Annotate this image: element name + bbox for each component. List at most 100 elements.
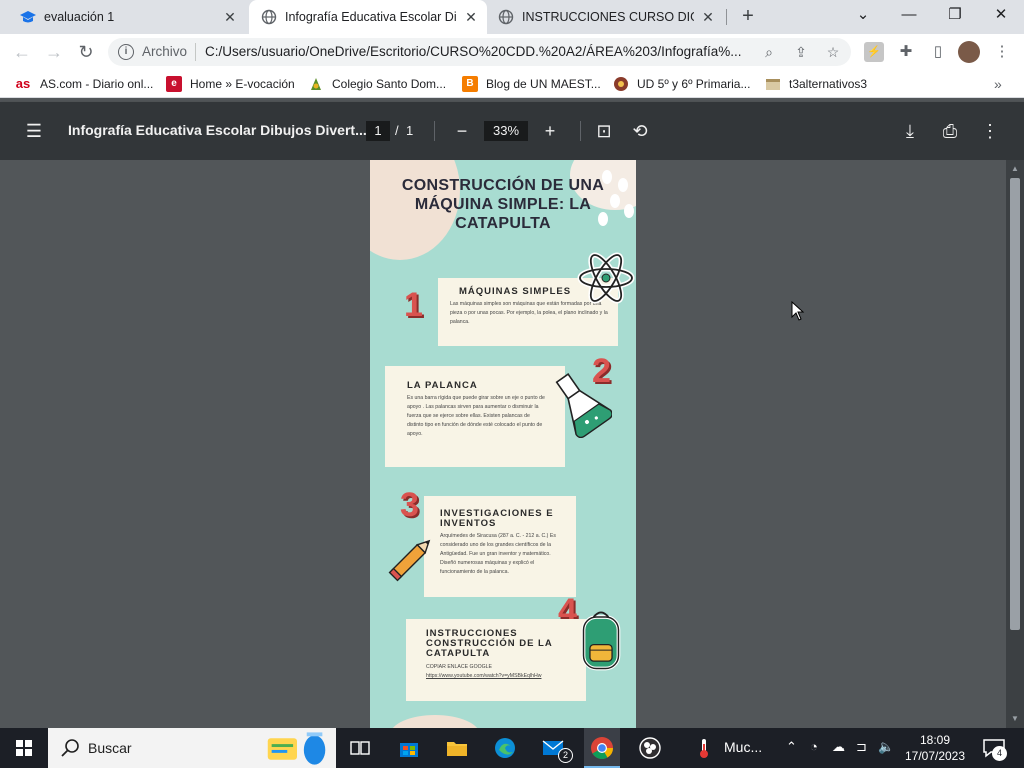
windows-start-icon[interactable] bbox=[0, 728, 48, 768]
restore-button[interactable]: ❐ bbox=[932, 0, 978, 30]
system-clock[interactable]: 18:09 17/07/2023 bbox=[900, 732, 970, 764]
page-number-input[interactable]: 1 bbox=[366, 121, 390, 141]
section-card-2: LA PALANCA Es una barra rígida que puede… bbox=[385, 366, 565, 467]
tray-overflow-icon[interactable]: ⌃ bbox=[786, 739, 797, 755]
tab-search-button[interactable]: ⌄ bbox=[840, 0, 886, 30]
globe-icon bbox=[498, 9, 514, 25]
url-text[interactable]: C:/Users/usuario/OneDrive/Escritorio/CUR… bbox=[205, 44, 750, 59]
weather-label[interactable]: Muc... bbox=[724, 739, 762, 755]
onedrive-cloud-icon[interactable]: ☁ bbox=[832, 739, 845, 755]
bookmark-label: Home » E-vocación bbox=[190, 77, 295, 91]
bookmark-t3[interactable]: t3alternativos3 bbox=[765, 75, 867, 93]
scrollbar-thumb[interactable] bbox=[1010, 178, 1020, 630]
pencil-icon bbox=[388, 539, 431, 582]
battery-plug-icon[interactable]: ⊐ bbox=[856, 739, 867, 755]
section-number: 1 bbox=[404, 286, 423, 324]
bookmark-star-icon[interactable]: ☆ bbox=[824, 43, 842, 61]
bookmark-label: Blog de UN MAEST... bbox=[486, 77, 601, 91]
search-icon bbox=[61, 739, 79, 757]
section-card-3: INVESTIGACIONES E INVENTOS Arquímedes de… bbox=[424, 496, 576, 597]
e-logo-icon: e bbox=[166, 76, 182, 92]
section-heading: INVESTIGACIONES E INVENTOS bbox=[440, 508, 554, 529]
forward-button[interactable]: → bbox=[42, 40, 66, 64]
bookmark-label: UD 5º y 6º Primaria... bbox=[637, 77, 751, 91]
scroll-up-arrow-icon[interactable]: ▲ bbox=[1010, 164, 1020, 174]
close-tab-icon[interactable]: ✕ bbox=[463, 9, 479, 25]
section-link[interactable]: https://www.youtube.com/watch?v=yMSBkEql… bbox=[426, 672, 546, 680]
bookmark-evocacion[interactable]: e Home » E-vocación bbox=[166, 75, 295, 93]
bookmarks-overflow-icon[interactable]: » bbox=[994, 75, 1002, 93]
chrome-icon[interactable] bbox=[590, 736, 614, 760]
zoom-out-button[interactable]: − bbox=[450, 119, 474, 143]
obs-icon[interactable] bbox=[638, 736, 662, 760]
atom-icon bbox=[577, 252, 635, 304]
tab-infografia[interactable]: Infografía Educativa Escolar Dibu ✕ bbox=[249, 0, 487, 34]
print-icon[interactable]: ⎙ bbox=[938, 119, 962, 143]
tab-evaluacion[interactable]: evaluación 1 ✕ bbox=[8, 0, 246, 34]
omnibox[interactable]: i Archivo C:/Users/usuario/OneDrive/Escr… bbox=[108, 38, 851, 66]
bookmark-blog[interactable]: B Blog de UN MAEST... bbox=[462, 75, 601, 93]
task-view-icon[interactable] bbox=[348, 736, 372, 760]
zoom-input[interactable]: 33% bbox=[484, 121, 528, 141]
tab-title: INSTRUCCIONES CURSO DIGITAL bbox=[522, 10, 694, 24]
globe-icon bbox=[261, 9, 277, 25]
side-panel-icon[interactable]: ▯ bbox=[928, 42, 948, 62]
section-number: 3 bbox=[400, 486, 419, 524]
download-icon[interactable]: ⤓ bbox=[898, 119, 922, 143]
ud-logo-icon bbox=[614, 77, 628, 91]
volume-icon[interactable]: 🔈 bbox=[878, 739, 894, 755]
bookmark-ud[interactable]: UD 5º y 6º Primaria... bbox=[613, 75, 750, 93]
toolbar: ← → ↻ i Archivo C:/Users/usuario/OneDriv… bbox=[0, 34, 1024, 70]
info-icon[interactable]: i bbox=[118, 44, 134, 60]
share-icon[interactable]: ⇪ bbox=[792, 43, 810, 61]
close-tab-icon[interactable]: ✕ bbox=[222, 9, 238, 25]
search-highlight-icon bbox=[267, 732, 326, 765]
bookmark-as[interactable]: as AS.com - Diario onl... bbox=[14, 75, 154, 93]
rotate-icon[interactable]: ⟲ bbox=[628, 119, 652, 143]
notification-badge: 4 bbox=[992, 746, 1007, 761]
edge-icon[interactable] bbox=[493, 736, 517, 760]
section-body: Arquímedes de Siracusa (287 a. C. - 212 … bbox=[440, 533, 556, 575]
scroll-down-arrow-icon[interactable]: ▼ bbox=[1010, 714, 1020, 724]
page-total: 1 bbox=[406, 123, 414, 138]
menu-kebab-icon[interactable]: ⋮ bbox=[992, 42, 1012, 62]
back-button[interactable]: ← bbox=[10, 40, 34, 64]
pdf-viewer[interactable]: CONSTRUCCIÓN DE UNA MÁQUINA SIMPLE: LA C… bbox=[0, 160, 1024, 728]
new-tab-button[interactable]: + bbox=[737, 5, 759, 27]
toolbar-divider bbox=[434, 121, 435, 141]
section-heading: LA PALANCA bbox=[407, 380, 478, 391]
vertical-scrollbar[interactable]: ▲ ▼ bbox=[1006, 160, 1024, 728]
taskbar-search-box[interactable]: Buscar bbox=[48, 728, 336, 768]
zoom-in-button[interactable]: + bbox=[538, 119, 562, 143]
file-explorer-icon[interactable] bbox=[445, 736, 469, 760]
zoom-icon[interactable]: ⌕ bbox=[760, 43, 778, 61]
minimize-button[interactable]: — bbox=[886, 0, 932, 30]
tab-instrucciones[interactable]: INSTRUCCIONES CURSO DIGITAL ✕ bbox=[490, 0, 726, 34]
store-icon[interactable] bbox=[397, 736, 421, 760]
graduation-cap-icon bbox=[20, 11, 36, 23]
hamburger-menu-icon[interactable]: ☰ bbox=[22, 119, 46, 143]
decorative-dot bbox=[624, 204, 634, 218]
fit-page-icon[interactable]: ⊡ bbox=[592, 119, 616, 143]
mail-badge: 2 bbox=[558, 748, 573, 763]
reload-button[interactable]: ↻ bbox=[74, 40, 98, 64]
close-window-button[interactable]: ✕ bbox=[978, 0, 1024, 30]
more-options-icon[interactable]: ⋮ bbox=[978, 119, 1002, 143]
pdf-toolbar: ☰ Infografía Educativa Escolar Dibujos D… bbox=[0, 102, 1024, 160]
bookmark-colegio[interactable]: Colegio Santo Dom... bbox=[308, 75, 446, 93]
section-body: Es una barra rígida que puede girar sobr… bbox=[407, 395, 545, 437]
pdf-extension-icon[interactable]: ⚡ bbox=[864, 42, 884, 62]
clock-date: 17/07/2023 bbox=[904, 749, 966, 763]
bookmark-label: t3alternativos3 bbox=[789, 77, 868, 91]
extensions-puzzle-icon[interactable]: ✚ bbox=[896, 42, 916, 62]
section-body: COPIAR ENLACE GOOGLE bbox=[426, 664, 493, 670]
pdf-title: Infografía Educativa Escolar Dibujos Div… bbox=[68, 122, 367, 138]
avatar[interactable] bbox=[958, 41, 980, 63]
bookmark-label: Colegio Santo Dom... bbox=[332, 77, 447, 91]
colegio-logo-icon bbox=[311, 78, 321, 90]
page-separator: / bbox=[395, 123, 399, 138]
close-tab-icon[interactable]: ✕ bbox=[700, 9, 716, 25]
t3-logo-icon bbox=[766, 79, 780, 90]
section-heading: INSTRUCCIONES CONSTRUCCIÓN DE LA CATAPUL… bbox=[426, 628, 553, 659]
network-icon[interactable]: ◔ bbox=[810, 739, 818, 754]
